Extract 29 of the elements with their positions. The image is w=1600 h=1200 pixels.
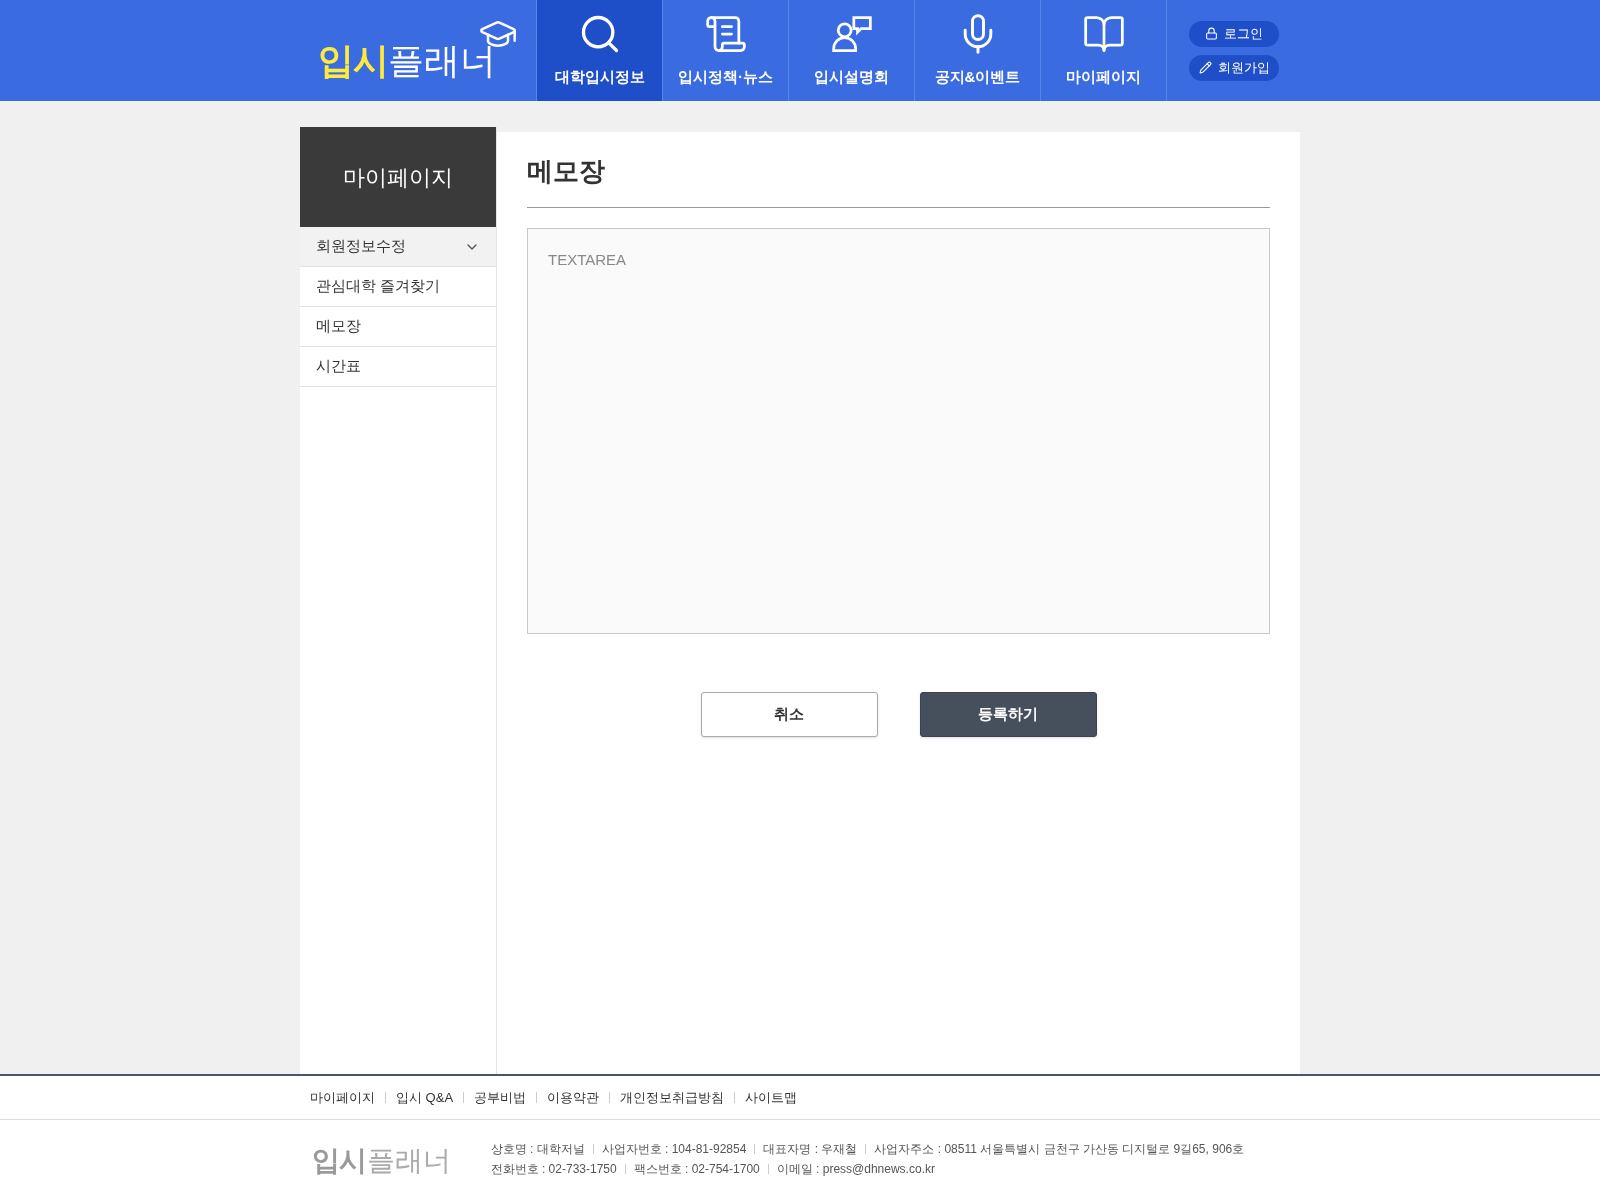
pencil-icon [1198,61,1212,74]
nav-tab[interactable]: 공지&이벤트 [915,0,1041,101]
company-info: 팩스번호 : 02-754-1700 [633,1161,760,1178]
footer-link[interactable]: 공부비법 [474,1087,527,1108]
auth-button[interactable]: 로그인 [1189,20,1279,47]
footer-link[interactable]: 사이트맵 [745,1087,798,1108]
footer-link[interactable]: 이용약관 [547,1087,600,1108]
company-info: 사업자번호 : 104-81-92854 [601,1141,747,1158]
sidebar-item[interactable]: 회원정보수정 [300,227,496,267]
company-info: 전화번호 : 02-733-1750 [490,1161,617,1178]
company-info: 사업자주소 : 08511 서울특별시 금천구 가산동 디지털로 9길65, 906호 [874,1141,1245,1158]
footer-link[interactable]: 입시 Q&A [396,1087,454,1108]
page-title: 메모장 [527,152,1270,208]
auth-button[interactable]: 회원가입 [1189,54,1279,81]
cancel-button[interactable]: 취소 [700,692,878,737]
memo-textarea[interactable]: TEXTAREA [527,228,1270,634]
footer-link[interactable]: 개인정보취급방침 [620,1087,725,1108]
nav-tab[interactable]: 입시설명회 [789,0,915,101]
nav-tab[interactable]: 대학입시정보 [537,0,663,101]
lock-icon [1205,27,1218,40]
company-info: 상호명 : 대학저널 [490,1141,585,1158]
nav-tab[interactable]: 입시정책·뉴스 [663,0,789,101]
footer-link[interactable]: 마이페이지 [310,1087,375,1108]
company-info: 이메일 : press@dhnews.co.kr [776,1161,935,1178]
nav-tab[interactable]: 마이페이지 [1041,0,1167,101]
submit-button[interactable]: 등록하기 [919,692,1097,737]
logo[interactable]: 입시플래너 [317,13,519,88]
sidebar-title: 마이페이지 [300,127,496,227]
company-info: 대표자명 : 우재철 [763,1141,858,1158]
